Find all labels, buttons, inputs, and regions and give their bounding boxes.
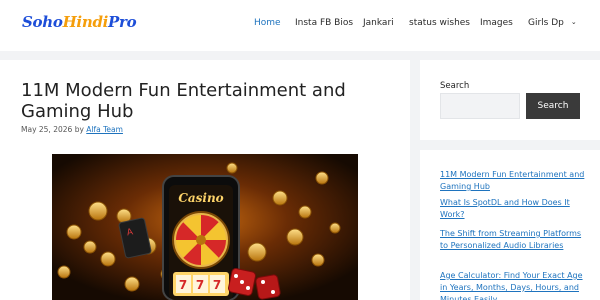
article-date: May 25, 2026 <box>21 125 73 134</box>
article-byline: by <box>74 125 84 134</box>
featured-image: A Casino 7 7 7 <box>52 154 358 300</box>
logo-part-hindi: Hindi <box>62 13 109 31</box>
search-input[interactable] <box>440 93 520 119</box>
search-button[interactable]: Search <box>526 93 580 119</box>
site-logo[interactable]: Soho Hindi Pro <box>22 13 137 35</box>
recent-post-link[interactable]: 11M Modern Fun Entertainment and Gaming … <box>440 169 585 193</box>
nav-item-images[interactable]: Images <box>480 18 513 28</box>
svg-text:7: 7 <box>179 278 187 292</box>
chevron-down-icon: ⌄ <box>570 18 577 26</box>
logo-part-soho: Soho <box>22 13 63 31</box>
nav-item-girls-dp[interactable]: Girls Dp ⌄ <box>528 18 577 28</box>
nav-item-insta-fb-bios[interactable]: Insta FB Bios <box>295 18 353 28</box>
recent-post-link[interactable]: What Is SpotDL and How Does It Work? <box>440 197 585 221</box>
svg-text:7: 7 <box>196 278 204 292</box>
article-author-link[interactable]: Alfa Team <box>86 125 123 134</box>
nav-item-home[interactable]: Home <box>254 18 281 28</box>
search-widget-title: Search <box>440 81 470 91</box>
nav-item-girls-dp-label: Girls Dp <box>528 18 564 28</box>
recent-post-link[interactable]: The Shift from Streaming Platforms to Pe… <box>440 228 585 252</box>
casino-illustration: A Casino 7 7 7 <box>52 154 358 300</box>
nav-item-status-wishes[interactable]: status wishes <box>409 18 470 28</box>
svg-text:7: 7 <box>213 278 221 292</box>
nav-item-jankari[interactable]: Jankari <box>363 18 394 28</box>
article-meta: May 25, 2026 by Alfa Team <box>21 125 123 134</box>
svg-text:Casino: Casino <box>178 191 223 205</box>
logo-part-pro: Pro <box>108 13 137 31</box>
recent-post-link[interactable]: Age Calculator: Find Your Exact Age in Y… <box>440 270 585 300</box>
site-header: Soho Hindi Pro Home Insta FB Bios Jankar… <box>0 0 600 51</box>
article-title: 11M Modern Fun Entertainment and Gaming … <box>21 80 346 122</box>
